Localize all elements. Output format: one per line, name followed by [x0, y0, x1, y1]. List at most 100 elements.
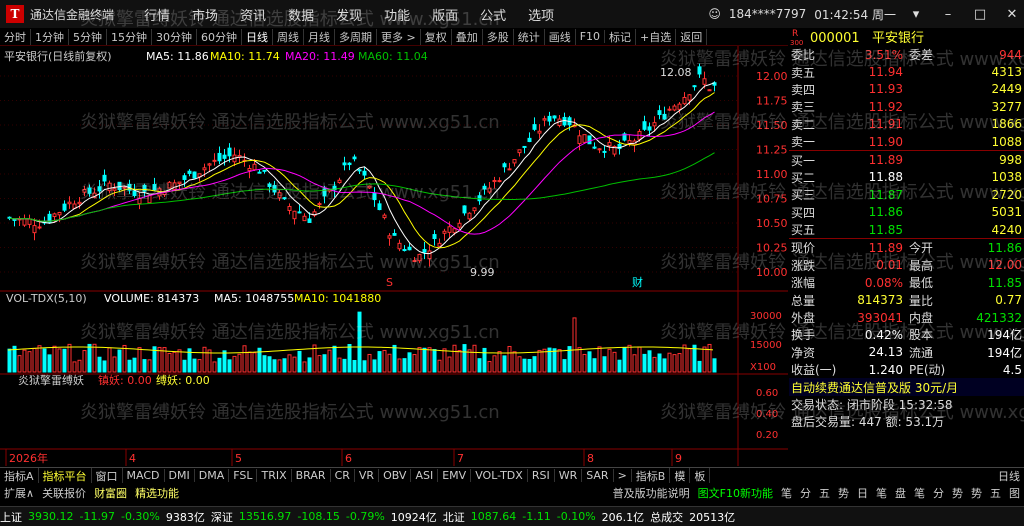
index-value: 13516.97: [238, 510, 292, 523]
menu-item[interactable]: 公式: [480, 9, 506, 24]
toolbar-item[interactable]: 月线: [304, 28, 335, 45]
orderbook-row[interactable]: 卖三 11.92 3277: [789, 98, 1024, 115]
toolbar-item[interactable]: 返回: [676, 28, 708, 45]
quick-tab[interactable]: 势: [967, 485, 986, 501]
quick-tab[interactable]: 笔: [872, 485, 891, 501]
auto-renew-banner[interactable]: 自动续费通达信普及版 30元/月: [789, 378, 1024, 396]
toolbar-item[interactable]: 更多 >: [377, 28, 421, 45]
toolbar-item[interactable]: 周线: [273, 28, 304, 45]
menu-item[interactable]: 行情: [144, 9, 170, 24]
volume-bar: [242, 345, 247, 373]
quick-tab[interactable]: 笔: [910, 485, 929, 501]
menu-item[interactable]: 资讯: [240, 9, 266, 24]
extension-tab[interactable]: 精选功能: [131, 485, 183, 501]
indicator-tab[interactable]: MACD: [123, 469, 165, 482]
indicator-tab[interactable]: FSL: [229, 469, 258, 482]
volume-bar: [657, 353, 662, 373]
toolbar-item[interactable]: 统计: [514, 28, 545, 45]
indicator-tab[interactable]: 板: [690, 468, 711, 483]
orderbook-row[interactable]: 买五 11.85 4240: [789, 221, 1024, 238]
indicator-tab[interactable]: 指标平台: [39, 468, 92, 483]
quick-tab[interactable]: 五: [986, 485, 1005, 501]
orderbook-row[interactable]: 卖四 11.93 2449: [789, 81, 1024, 98]
indicator-tab[interactable]: 指标A: [0, 468, 39, 483]
menu-item[interactable]: 版面: [432, 9, 458, 24]
quick-tab[interactable]: 五: [815, 485, 834, 501]
toolbar-item[interactable]: 叠加: [452, 28, 483, 45]
user-name[interactable]: 184****7797: [729, 7, 806, 21]
toolbar-item[interactable]: 多股: [483, 28, 514, 45]
toolbar-item[interactable]: 30分钟: [152, 28, 197, 45]
maximize-icon[interactable]: □: [968, 7, 992, 22]
quick-tab[interactable]: 图: [1005, 485, 1024, 501]
candle-body: [57, 211, 62, 216]
indicator-tab[interactable]: VR: [355, 469, 380, 482]
toolbar-item[interactable]: 画线: [545, 28, 576, 45]
minimize-icon[interactable]: –: [936, 7, 960, 22]
toolbar-item[interactable]: 日线: [242, 28, 273, 45]
kline-chart-area[interactable]: 12.00 11.75 11.50 11.25 11.00 10.75 10.50 10.25…: [0, 46, 788, 466]
orderbook-row[interactable]: 买三 11.87 2720: [789, 186, 1024, 203]
toolbar-item[interactable]: +自选: [636, 28, 677, 45]
indicator-tab[interactable]: RSI: [528, 469, 555, 482]
menu-item[interactable]: 市场: [192, 9, 218, 24]
volume-bar: [442, 348, 447, 373]
indicator-tab[interactable]: CR: [331, 469, 355, 482]
toolbar-item[interactable]: 分时: [0, 28, 31, 45]
candle-body: [337, 179, 342, 184]
quick-tab[interactable]: 分: [929, 485, 948, 501]
toolbar-item[interactable]: 15分钟: [107, 28, 152, 45]
quick-tab[interactable]: 分: [796, 485, 815, 501]
window-menu-icon[interactable]: ▾: [904, 7, 928, 22]
orderbook-volume: 3277: [991, 99, 1022, 114]
extension-tab[interactable]: 关联报价: [38, 485, 90, 501]
indicator-tab[interactable]: EMV: [438, 469, 472, 482]
close-icon[interactable]: ✕: [1000, 7, 1024, 22]
orderbook-row[interactable]: 买二 11.88 1038: [789, 169, 1024, 186]
menu-item[interactable]: 发现: [336, 9, 362, 24]
indicator-tab[interactable]: 窗口: [92, 468, 123, 483]
menu-item[interactable]: 选项: [528, 9, 554, 24]
indicator-tab[interactable]: BRAR: [292, 469, 331, 482]
volume-bar: [377, 351, 382, 373]
orderbook-row[interactable]: 卖一 11.90 1088: [789, 133, 1024, 150]
quick-tab[interactable]: 势: [948, 485, 967, 501]
menu-item[interactable]: 数据: [288, 9, 314, 24]
menu-item[interactable]: 功能: [384, 9, 410, 24]
orderbook-row[interactable]: 卖五 11.94 4313: [789, 63, 1024, 80]
indicator-tab[interactable]: DMI: [165, 469, 195, 482]
toolbar-item[interactable]: 标记: [605, 28, 637, 45]
kline-svg[interactable]: 12.00 11.75 11.50 11.25 11.00 10.75 10.50 10.25…: [0, 46, 788, 466]
toolbar-item[interactable]: 5分钟: [69, 28, 107, 45]
extension-tab[interactable]: 扩展∧: [0, 485, 38, 501]
indicator-tab[interactable]: VOL-TDX: [471, 469, 528, 482]
indicator-tab[interactable]: SAR: [582, 469, 614, 482]
indicator-tab[interactable]: OBV: [379, 469, 412, 482]
toolbar-item[interactable]: F10: [576, 30, 606, 43]
toolbar-item[interactable]: 多周期: [335, 28, 377, 45]
indicator-tab[interactable]: TRIX: [257, 469, 292, 482]
indicator-tab[interactable]: >: [614, 469, 632, 482]
user-icon[interactable]: ☺: [708, 7, 721, 21]
indicator-tab[interactable]: ASI: [411, 469, 439, 482]
quick-tab[interactable]: 势: [834, 485, 853, 501]
indicator-tab[interactable]: 模: [670, 468, 691, 483]
indicator-tab[interactable]: 指标B: [632, 468, 671, 483]
quick-tab[interactable]: 盘: [891, 485, 910, 501]
toolbar-item[interactable]: 复权: [421, 28, 452, 45]
toolbar-item[interactable]: 1分钟: [31, 28, 69, 45]
orderbook-row[interactable]: 买一 11.89 998: [789, 151, 1024, 168]
quick-tab[interactable]: 日: [853, 485, 872, 501]
toolbar-item[interactable]: 60分钟: [197, 28, 242, 45]
indicator-tab[interactable]: DMA: [195, 469, 230, 482]
quick-tab[interactable]: 普及版功能说明: [609, 485, 694, 501]
candle-body: [32, 225, 37, 234]
quick-tab[interactable]: 图文F10新功能: [694, 485, 777, 501]
orderbook-row[interactable]: 卖二 11.91 1866: [789, 116, 1024, 133]
orderbook-row[interactable]: 买四 11.86 5031: [789, 204, 1024, 221]
volume-bar: [557, 349, 562, 373]
extension-tab[interactable]: 财富圈: [90, 485, 131, 501]
period-label[interactable]: 日线: [994, 468, 1024, 483]
indicator-tab[interactable]: WR: [555, 469, 583, 482]
quick-tab[interactable]: 笔: [777, 485, 796, 501]
